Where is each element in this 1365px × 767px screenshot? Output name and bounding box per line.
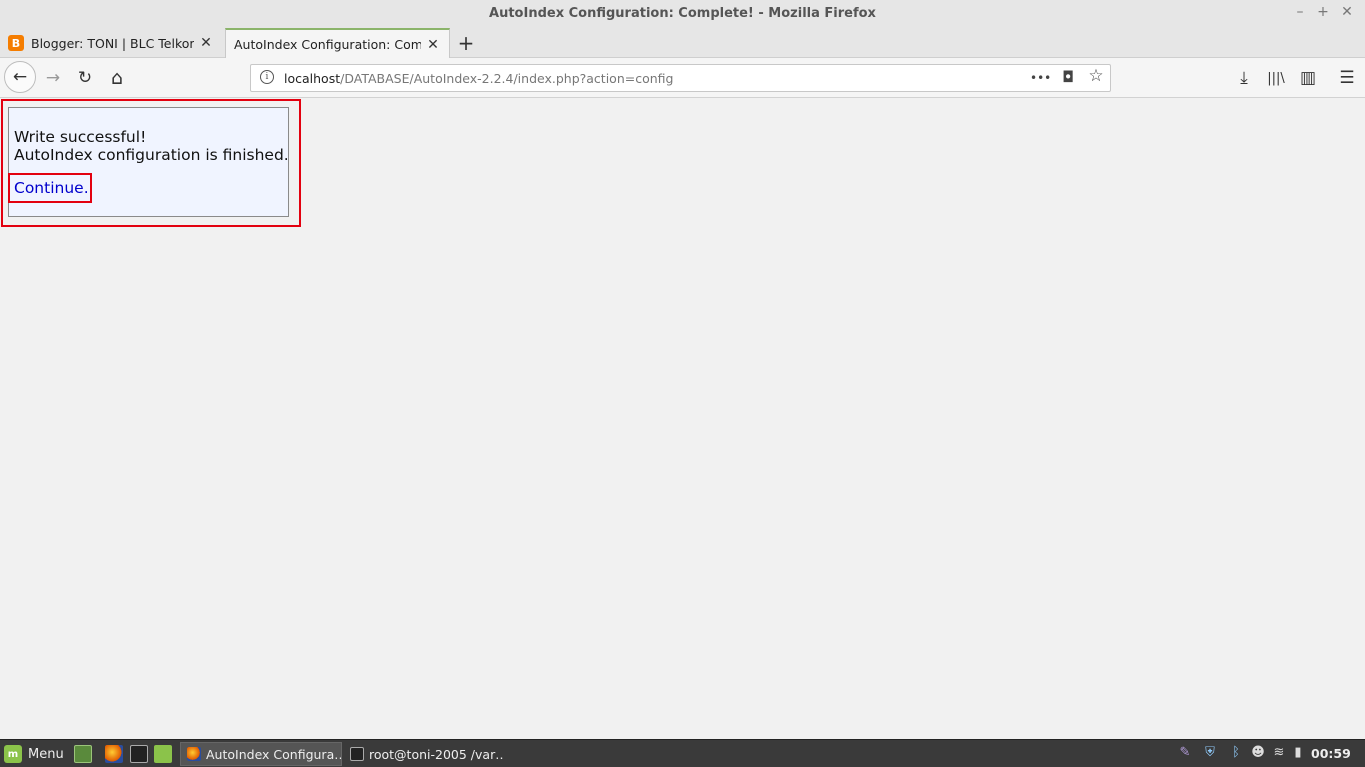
tab-label: Blogger: TONI | BLC Telkom – … (31, 35, 194, 51)
shield-tray-icon[interactable]: ⛨ (1201, 745, 1219, 760)
hamburger-menu-icon[interactable]: ☰ (1332, 63, 1362, 93)
back-button[interactable]: ← (4, 61, 36, 93)
files-launcher-icon[interactable] (154, 745, 172, 763)
window-titlebar: AutoIndex Configuration: Complete! - Moz… (0, 0, 1365, 28)
url-text[interactable]: localhost/DATABASE/AutoIndex-2.2.4/index… (284, 71, 673, 86)
minimize-icon[interactable]: – (1290, 4, 1310, 20)
menu-label: Menu (28, 746, 64, 762)
library-icon[interactable]: |||\ (1261, 63, 1291, 93)
continue-highlight: Continue. (8, 173, 92, 203)
success-message: Write successful! (14, 128, 147, 146)
address-bar[interactable]: i localhost/DATABASE/AutoIndex-2.2.4/ind… (250, 64, 1111, 92)
clock[interactable]: 00:59 (1311, 746, 1351, 761)
finished-message: AutoIndex configuration is finished. (14, 146, 289, 164)
page-actions-icon[interactable]: ••• (1030, 71, 1051, 85)
close-tab-icon[interactable]: ✕ (425, 37, 441, 53)
continue-link[interactable]: Continue. (14, 179, 89, 197)
task-label: AutoIndex Configura… (206, 746, 342, 762)
url-host: localhost (284, 71, 341, 86)
url-path: /DATABASE/AutoIndex-2.2.4/index.php?acti… (340, 71, 674, 86)
taskbar: m Menu AutoIndex Configura… root@toni-20… (0, 739, 1365, 767)
start-menu-button[interactable]: m Menu (4, 744, 64, 764)
terminal-launcher-icon[interactable] (130, 745, 148, 763)
page-content: Write successful! AutoIndex configuratio… (0, 99, 1365, 739)
blogger-icon: B (8, 35, 24, 51)
bluetooth-tray-icon[interactable]: ᛒ (1227, 745, 1245, 760)
maximize-icon[interactable]: + (1313, 4, 1333, 20)
mint-logo-icon: m (4, 745, 22, 763)
downloads-icon[interactable]: ⤓ (1229, 63, 1259, 93)
info-icon[interactable]: i (260, 70, 274, 84)
close-window-icon[interactable]: ✕ (1337, 4, 1357, 20)
forward-button[interactable]: → (38, 63, 68, 93)
show-desktop-icon[interactable] (74, 745, 92, 763)
firefox-launcher-icon[interactable] (105, 745, 123, 763)
wifi-tray-icon[interactable]: ≋ (1270, 745, 1288, 760)
taskbar-task-terminal[interactable]: root@toni-2005 /var… (344, 742, 504, 766)
reload-button[interactable]: ↻ (70, 63, 100, 93)
window-title: AutoIndex Configuration: Complete! - Moz… (489, 6, 876, 21)
user-tray-icon[interactable]: ☻ (1249, 745, 1267, 760)
terminal-icon (350, 747, 364, 761)
task-label: root@toni-2005 /var… (369, 746, 504, 762)
bookmark-star-icon[interactable]: ☆ (1086, 66, 1106, 86)
home-button[interactable]: ⌂ (102, 63, 132, 93)
pen-tray-icon[interactable]: ✎ (1176, 745, 1194, 760)
battery-tray-icon[interactable]: ▮ (1289, 745, 1307, 760)
close-tab-icon[interactable]: ✕ (198, 35, 214, 51)
tab-strip: B Blogger: TONI | BLC Telkom – … ✕ AutoI… (0, 28, 1365, 59)
tab-autoindex[interactable]: AutoIndex Configuration: Complete! ✕ (225, 28, 450, 59)
new-tab-button[interactable]: + (455, 31, 477, 55)
taskbar-task-firefox[interactable]: AutoIndex Configura… (180, 742, 342, 766)
tab-blogger[interactable]: B Blogger: TONI | BLC Telkom – … ✕ (0, 28, 222, 58)
sidebar-icon[interactable]: ▥ (1293, 63, 1323, 93)
navigation-toolbar: ← → ↻ ⌂ i localhost/DATABASE/AutoIndex-2… (0, 58, 1365, 98)
pocket-icon[interactable]: ◘ (1058, 68, 1078, 86)
tab-label: AutoIndex Configuration: Complete! (234, 37, 421, 52)
firefox-icon (187, 747, 201, 761)
